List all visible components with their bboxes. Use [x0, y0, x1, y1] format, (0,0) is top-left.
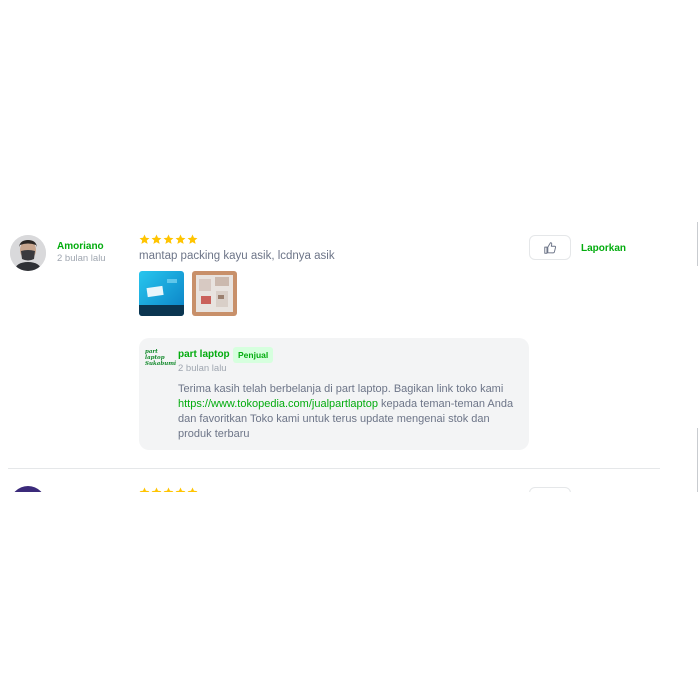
seller-logo: part laptop Sukabumi	[145, 349, 177, 367]
next-reviewer-avatar[interactable]	[10, 486, 46, 492]
star-icon	[139, 234, 150, 244]
reviewer-name[interactable]: Amoriano	[57, 241, 104, 252]
review-list: Amoriano 2 bulan lalu mantap packing kay…	[0, 0, 700, 492]
next-star-rating	[139, 487, 198, 492]
thumbs-up-icon	[544, 241, 557, 254]
review-text: mantap packing kayu asik, lcdnya asik	[139, 250, 335, 262]
star-rating	[139, 234, 198, 245]
reply-text: Terima kasih telah berbelanja di part la…	[178, 382, 518, 442]
review-photo[interactable]	[192, 271, 237, 316]
seller-name[interactable]: part laptop	[178, 349, 230, 360]
reviewer-avatar[interactable]	[10, 235, 46, 271]
scroll-edge	[697, 222, 698, 266]
scroll-edge	[697, 428, 698, 492]
star-icon	[163, 487, 174, 492]
review-photo[interactable]	[139, 271, 184, 316]
next-like-button[interactable]	[529, 487, 571, 492]
star-icon	[175, 487, 186, 492]
star-icon	[187, 234, 198, 244]
reply-time: 2 bulan lalu	[178, 363, 227, 374]
seller-reply: part laptop Sukabumi part laptop Penjual 2…	[139, 338, 529, 450]
star-icon	[139, 487, 150, 492]
star-icon	[151, 234, 162, 244]
star-icon	[151, 487, 162, 492]
review-divider	[8, 468, 660, 469]
reply-text-start: Terima kasih telah berbelanja di part la…	[178, 383, 504, 395]
star-icon	[187, 487, 198, 492]
store-link[interactable]: https://www.tokopedia.com/jualpartlaptop	[178, 398, 378, 410]
star-icon	[163, 234, 174, 244]
star-icon	[175, 234, 186, 244]
review-time: 2 bulan lalu	[57, 253, 106, 264]
report-link[interactable]: Laporkan	[581, 243, 626, 254]
seller-badge: Penjual	[233, 347, 274, 363]
like-button[interactable]	[529, 235, 571, 260]
